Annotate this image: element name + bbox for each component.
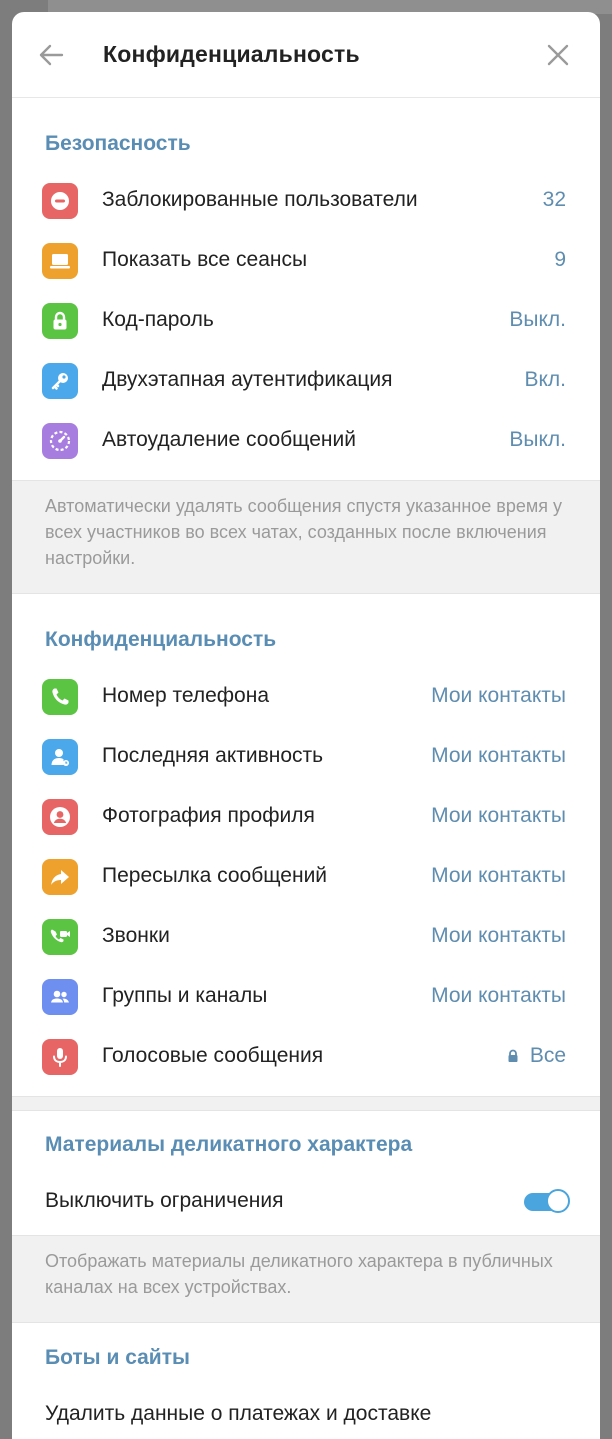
last-seen-icon — [42, 739, 78, 775]
row-label: Показать все сеансы — [102, 248, 308, 271]
row-label: Звонки — [102, 924, 170, 947]
row-value: Мои контакты — [431, 924, 566, 947]
forward-icon — [42, 859, 78, 895]
row-label: Последняя активность — [102, 744, 324, 767]
lock-icon — [508, 1050, 518, 1063]
row-label: Выключить ограничения — [45, 1189, 284, 1212]
row-passcode[interactable]: Код-пароль Выкл. — [12, 290, 600, 350]
row-active-sessions[interactable]: Показать все сеансы 9 — [12, 230, 600, 290]
row-value: Мои контакты — [431, 804, 566, 827]
close-button[interactable] — [546, 43, 570, 67]
privacy-section: Конфиденциальность Номер телефона Мои ко… — [12, 594, 600, 1096]
phone-icon — [42, 679, 78, 715]
row-value: Выкл. — [509, 428, 566, 451]
toggle-knob — [546, 1189, 570, 1213]
privacy-settings-dialog: Конфиденциальность Безопасность Заблокир… — [12, 12, 600, 1439]
row-label: Номер телефона — [102, 684, 270, 707]
dialog-title: Конфиденциальность — [103, 41, 360, 67]
row-label: Автоудаление сообщений — [102, 428, 356, 451]
row-value: Мои контакты — [431, 684, 566, 707]
disable-filtering-toggle[interactable] — [524, 1189, 570, 1213]
row-label: Удалить данные о платежах и доставке — [45, 1402, 432, 1425]
blocked-icon — [42, 183, 78, 219]
laptop-icon — [42, 243, 78, 279]
sensitive-section-title: Материалы деликатного характера — [45, 1133, 413, 1156]
video-call-icon — [42, 919, 78, 955]
row-forwarded-messages[interactable]: Пересылка сообщений Мои контакты — [12, 846, 600, 906]
section-divider — [12, 1096, 600, 1111]
microphone-icon — [42, 1039, 78, 1075]
row-label: Фотография профиля — [102, 804, 315, 827]
auto-delete-hint: Автоматически удалять сообщения спустя у… — [12, 480, 600, 594]
row-profile-photo[interactable]: Фотография профиля Мои контакты — [12, 786, 600, 846]
row-label: Двухэтапная аутентификация — [102, 368, 393, 391]
sensitive-content-hint: Отображать материалы деликатного характе… — [12, 1235, 600, 1323]
row-calls[interactable]: Звонки Мои контакты — [12, 906, 600, 966]
sensitive-content-section: Материалы деликатного характера Выключит… — [12, 1111, 600, 1235]
row-value: Выкл. — [509, 308, 566, 331]
lock-icon — [42, 303, 78, 339]
bots-section: Боты и сайты Удалить данные о платежах и… — [12, 1323, 600, 1439]
row-blocked-users[interactable]: Заблокированные пользователи 32 — [12, 170, 600, 230]
row-auto-delete[interactable]: Автоудаление сообщений Выкл. — [12, 410, 600, 470]
row-value: Все — [506, 1044, 566, 1068]
row-value: Мои контакты — [431, 864, 566, 887]
voice-messages-value: Все — [529, 1044, 566, 1067]
row-two-step-verification[interactable]: Двухэтапная аутентификация Вкл. — [12, 350, 600, 410]
groups-icon — [42, 979, 78, 1015]
profile-photo-icon — [42, 799, 78, 835]
row-value: Мои контакты — [431, 984, 566, 1007]
bots-section-title: Боты и сайты — [45, 1346, 190, 1369]
row-label: Группы и каналы — [102, 984, 268, 1007]
row-value: 32 — [542, 188, 566, 211]
row-phone-number[interactable]: Номер телефона Мои контакты — [12, 666, 600, 726]
dialog-header: Конфиденциальность — [12, 12, 600, 98]
security-section-title: Безопасность — [45, 132, 191, 155]
row-clear-payment-info[interactable]: Удалить данные о платежах и доставке — [12, 1384, 600, 1439]
row-label: Код-пароль — [102, 308, 214, 331]
row-value: Мои контакты — [431, 744, 566, 767]
row-label: Заблокированные пользователи — [102, 188, 418, 211]
row-last-seen[interactable]: Последняя активность Мои контакты — [12, 726, 600, 786]
privacy-section-title: Конфиденциальность — [45, 628, 277, 651]
row-disable-filtering[interactable]: Выключить ограничения — [12, 1171, 600, 1231]
close-icon — [547, 44, 569, 66]
row-value: 9 — [554, 248, 566, 271]
arrow-left-icon — [39, 44, 64, 66]
row-label: Голосовые сообщения — [102, 1044, 324, 1067]
timer-icon — [42, 423, 78, 459]
row-label: Пересылка сообщений — [102, 864, 328, 887]
row-groups-and-channels[interactable]: Группы и каналы Мои контакты — [12, 966, 600, 1026]
security-section: Безопасность Заблокированные пользовател… — [12, 98, 600, 480]
key-icon — [42, 363, 78, 399]
row-voice-messages[interactable]: Голосовые сообщения Все — [12, 1026, 600, 1086]
back-button[interactable] — [38, 42, 64, 68]
row-value: Вкл. — [524, 368, 566, 391]
